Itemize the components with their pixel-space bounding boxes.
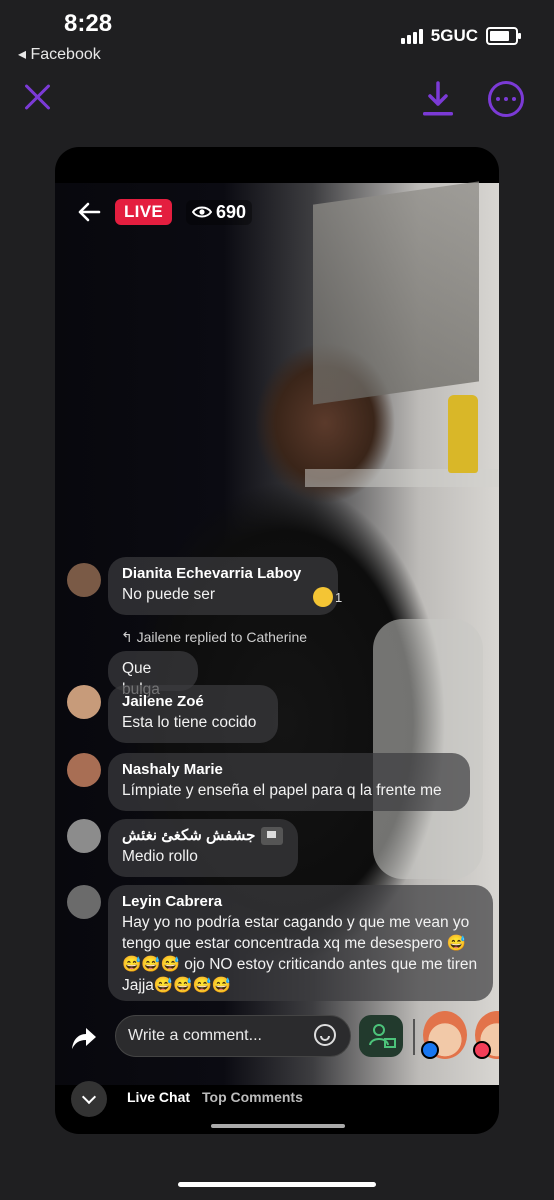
comment-item[interactable]: Nashaly Marie Límpiate y enseña el papel… xyxy=(108,753,470,811)
comment-text: Límpiate y enseña el papel para q la fre… xyxy=(122,782,442,799)
comment-text: Esta lo tiene cocido xyxy=(122,714,257,731)
reaction-summary[interactable]: 1 xyxy=(313,587,342,607)
live-badge: LIVE xyxy=(115,199,172,225)
chevron-down-icon[interactable] xyxy=(71,1081,107,1117)
status-indicators: 5GUC xyxy=(400,26,521,46)
tab-top-comments[interactable]: Top Comments xyxy=(202,1089,303,1105)
reaction-emoji-icon xyxy=(313,587,333,607)
comment-author[interactable]: Dianita Echevarria Laboy xyxy=(122,564,324,584)
share-icon[interactable] xyxy=(71,1025,97,1051)
comment-item[interactable]: جشفش شكغئ نغئش Medio rollo xyxy=(108,819,298,877)
comment-author[interactable]: جشفش شكغئ نغئش xyxy=(122,826,284,846)
comment-author[interactable]: Leyin Cabrera xyxy=(122,892,479,912)
avatar[interactable] xyxy=(67,819,101,853)
comment-item[interactable]: Jailene Zoé Esta lo tiene cocido xyxy=(108,685,278,743)
flag-icon xyxy=(261,827,284,846)
avatar-reaction-like[interactable] xyxy=(421,1011,467,1059)
close-icon[interactable] xyxy=(22,82,52,112)
comment-author[interactable]: Nashaly Marie xyxy=(122,760,456,780)
reply-context-text: Jailene replied to Catherine xyxy=(136,629,308,645)
divider xyxy=(413,1019,415,1055)
avatar[interactable] xyxy=(67,563,101,597)
comment-input[interactable]: Write a comment... xyxy=(115,1015,351,1057)
avatar[interactable] xyxy=(67,685,101,719)
comment-author[interactable]: Jailene Zoé xyxy=(122,692,264,712)
tab-live-chat[interactable]: Live Chat xyxy=(127,1089,190,1105)
more-icon[interactable] xyxy=(488,81,524,117)
live-header: LIVE 690 xyxy=(77,199,253,225)
reply-context: ↰ Jailene replied to Catherine xyxy=(121,629,308,645)
signal-icon xyxy=(400,28,423,44)
reaction-count: 1 xyxy=(335,589,343,605)
comment-author-name: جشفش شكغئ نغئش xyxy=(122,827,256,844)
home-indicator[interactable] xyxy=(178,1182,376,1187)
network-label: 5GUC xyxy=(430,26,478,45)
comment-text: No puede ser xyxy=(122,586,216,603)
comment-item[interactable]: Dianita Echevarria Laboy No puede ser xyxy=(108,557,338,615)
inner-home-indicator xyxy=(211,1124,345,1128)
battery-icon xyxy=(486,27,521,45)
back-to-app-link[interactable]: ◂ Facebook xyxy=(18,44,101,64)
eye-icon xyxy=(192,206,212,218)
emoji-icon[interactable] xyxy=(314,1024,336,1046)
avatar[interactable] xyxy=(67,753,101,787)
chat-tabs: Live Chat Top Comments xyxy=(55,1077,499,1123)
viewer-count-value: 690 xyxy=(216,201,247,222)
download-icon[interactable] xyxy=(420,80,456,118)
avatar-reaction-love[interactable] xyxy=(473,1011,499,1059)
comment-text: Hay yo no podría estar cagando y que me … xyxy=(122,914,478,994)
viewer-count: 690 xyxy=(186,199,253,225)
live-video-card: LIVE 690 Dianita Echevarria Laboy No pue… xyxy=(55,147,499,1134)
guest-icon[interactable] xyxy=(359,1015,403,1057)
guest-icon-graphic xyxy=(369,1024,396,1048)
comment-composer-bar: Write a comment... xyxy=(55,1005,499,1085)
back-arrow-icon[interactable] xyxy=(77,202,101,222)
comment-input-placeholder: Write a comment... xyxy=(128,1027,262,1044)
status-time: 8:28 xyxy=(64,10,113,37)
comment-text: Medio rollo xyxy=(122,848,198,865)
comment-item[interactable]: Leyin Cabrera Hay yo no podría estar cag… xyxy=(108,885,493,1001)
avatar[interactable] xyxy=(67,885,101,919)
